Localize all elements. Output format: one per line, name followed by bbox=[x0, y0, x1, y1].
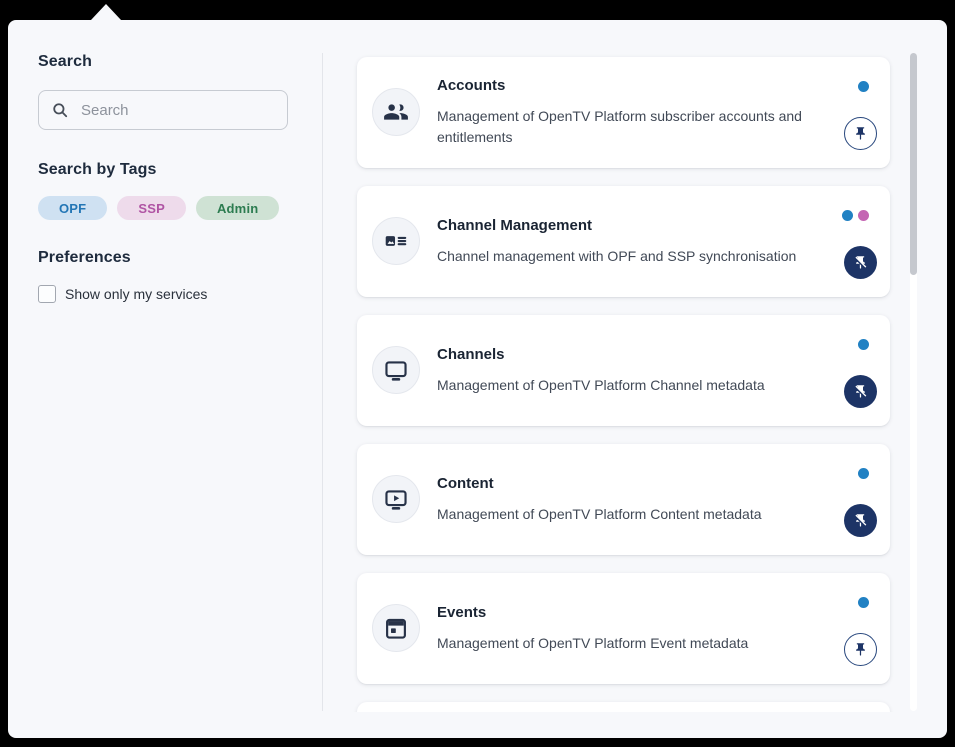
tag-dot bbox=[858, 210, 869, 221]
search-icon bbox=[51, 101, 69, 119]
service-card-partial[interactable] bbox=[357, 702, 890, 712]
service-tag-dots bbox=[858, 597, 869, 608]
tv-play-icon bbox=[372, 475, 420, 523]
service-list: Accounts Management of OpenTV Platform s… bbox=[323, 20, 947, 712]
preferences-heading: Preferences bbox=[38, 249, 294, 267]
pin-button[interactable] bbox=[844, 633, 877, 666]
tag-pill-opf[interactable]: OPF bbox=[38, 196, 107, 220]
tag-pill-admin[interactable]: Admin bbox=[196, 196, 279, 220]
service-card-channels[interactable]: Channels Management of OpenTV Platform C… bbox=[357, 315, 890, 426]
service-title: Events bbox=[437, 604, 847, 622]
tags-heading: Search by Tags bbox=[38, 161, 294, 179]
search-heading: Search bbox=[38, 53, 294, 71]
service-card-events[interactable]: Events Management of OpenTV Platform Eve… bbox=[357, 573, 890, 684]
tag-dot bbox=[842, 210, 853, 221]
search-sidebar: Search Search by Tags OPF SSP Admin Prefer… bbox=[8, 20, 322, 738]
service-title: Accounts bbox=[437, 77, 847, 95]
channel-card-icon bbox=[372, 217, 420, 265]
people-group-icon bbox=[372, 88, 420, 136]
service-tag-dots bbox=[858, 468, 869, 479]
search-input[interactable] bbox=[79, 101, 275, 120]
service-title: Content bbox=[437, 475, 847, 493]
scrollbar-thumb[interactable] bbox=[910, 53, 917, 275]
show-only-my-services-label: Show only my services bbox=[65, 286, 207, 302]
service-tag-dots bbox=[842, 210, 869, 221]
tags-row: OPF SSP Admin bbox=[38, 196, 294, 220]
popover-arrow bbox=[91, 4, 121, 20]
tag-dot bbox=[858, 597, 869, 608]
service-title: Channels bbox=[437, 346, 847, 364]
tv-icon bbox=[372, 346, 420, 394]
tag-dot bbox=[858, 339, 869, 350]
service-description: Management of OpenTV Platform Channel me… bbox=[437, 375, 847, 396]
show-only-my-services-checkbox[interactable] bbox=[38, 285, 56, 303]
service-tag-dots bbox=[858, 339, 869, 350]
service-description: Management of OpenTV Platform subscriber… bbox=[437, 106, 847, 148]
service-card-channel-management[interactable]: Channel Management Channel management wi… bbox=[357, 186, 890, 297]
tag-pill-ssp[interactable]: SSP bbox=[117, 196, 186, 220]
pin-button[interactable] bbox=[844, 117, 877, 150]
unpin-button[interactable] bbox=[844, 504, 877, 537]
service-description: Management of OpenTV Platform Content me… bbox=[437, 504, 847, 525]
search-box[interactable] bbox=[38, 90, 288, 130]
service-description: Management of OpenTV Platform Event meta… bbox=[437, 633, 847, 654]
unpin-button[interactable] bbox=[844, 246, 877, 279]
tag-dot bbox=[858, 468, 869, 479]
service-description: Channel management with OPF and SSP sync… bbox=[437, 246, 847, 267]
service-card-content[interactable]: Content Management of OpenTV Platform Co… bbox=[357, 444, 890, 555]
calendar-icon bbox=[372, 604, 420, 652]
service-card-accounts[interactable]: Accounts Management of OpenTV Platform s… bbox=[357, 57, 890, 168]
tag-dot bbox=[858, 81, 869, 92]
unpin-button[interactable] bbox=[844, 375, 877, 408]
services-popover: Search Search by Tags OPF SSP Admin Prefer… bbox=[8, 20, 947, 738]
show-only-my-services-row: Show only my services bbox=[38, 285, 294, 303]
service-title: Channel Management bbox=[437, 217, 847, 235]
service-tag-dots bbox=[858, 81, 869, 92]
scrollbar-track[interactable] bbox=[910, 53, 917, 711]
